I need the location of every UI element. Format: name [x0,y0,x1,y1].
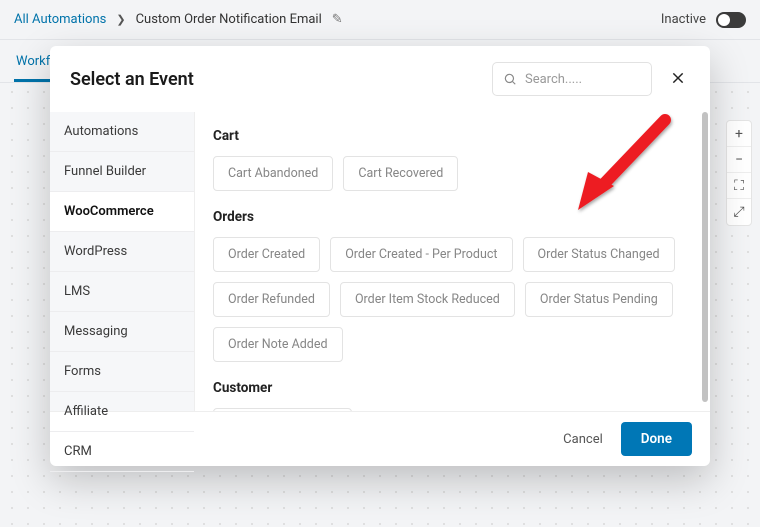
event-order-refunded[interactable]: Order Refunded [213,282,330,317]
event-order-created[interactable]: Order Created [213,237,320,272]
top-bar: All Automations ❯ Custom Order Notificat… [0,0,760,40]
fullscreen-button[interactable]: ⤢ [727,199,751,225]
modal-body: Automations Funnel Builder WooCommerce W… [50,112,710,411]
section-heading-cart: Cart [213,128,692,144]
status-area: Inactive [661,12,746,28]
event-order-item-stock-reduced[interactable]: Order Item Stock Reduced [340,282,515,317]
breadcrumb: All Automations ❯ Custom Order Notificat… [14,12,343,27]
close-icon [670,70,686,86]
modal-title: Select an Event [70,69,194,90]
event-list: Cart Cart Abandoned Cart Recovered Order… [195,112,710,411]
sidebar-item-funnel-builder[interactable]: Funnel Builder [50,152,194,192]
select-event-modal: Select an Event Search..... Automations … [50,46,710,466]
event-category-sidebar: Automations Funnel Builder WooCommerce W… [50,112,195,411]
zoom-out-button[interactable]: − [727,147,751,173]
search-placeholder: Search..... [525,72,582,87]
sidebar-item-woocommerce[interactable]: WooCommerce [50,192,194,232]
event-order-note-added[interactable]: Order Note Added [213,327,343,362]
search-input[interactable]: Search..... [492,62,652,96]
sidebar-item-crm[interactable]: CRM [50,432,194,472]
breadcrumb-current: Custom Order Notification Email [136,12,322,27]
sidebar-item-messaging[interactable]: Messaging [50,312,194,352]
close-button[interactable] [666,65,690,93]
event-cart-abandoned[interactable]: Cart Abandoned [213,156,333,191]
modal-header: Select an Event Search..... [50,46,710,112]
status-toggle[interactable] [716,12,746,28]
sidebar-item-automations[interactable]: Automations [50,112,194,152]
sidebar-item-affiliate[interactable]: Affiliate [50,392,194,432]
search-icon [503,72,517,86]
event-order-created-per-product[interactable]: Order Created - Per Product [330,237,512,272]
event-cart-recovered[interactable]: Cart Recovered [343,156,458,191]
event-order-status-pending[interactable]: Order Status Pending [525,282,673,317]
sidebar-item-forms[interactable]: Forms [50,352,194,392]
event-customer-win-back[interactable]: Customer Win Back [213,408,352,411]
cancel-button[interactable]: Cancel [563,432,603,447]
sidebar-item-wordpress[interactable]: WordPress [50,232,194,272]
status-label: Inactive [661,12,706,27]
fit-screen-button[interactable]: ⛶ [727,173,751,199]
zoom-in-button[interactable]: + [727,121,751,147]
done-button[interactable]: Done [621,422,692,456]
scrollbar-thumb[interactable] [702,112,708,402]
section-heading-orders: Orders [213,209,692,225]
section-heading-customer: Customer [213,380,692,396]
sidebar-item-lms[interactable]: LMS [50,272,194,312]
edit-icon[interactable]: ✎ [332,12,343,27]
event-order-status-changed[interactable]: Order Status Changed [523,237,675,272]
canvas-toolbox: + − ⛶ ⤢ [726,120,752,226]
breadcrumb-root-link[interactable]: All Automations [14,12,106,27]
chevron-right-icon: ❯ [116,13,125,26]
